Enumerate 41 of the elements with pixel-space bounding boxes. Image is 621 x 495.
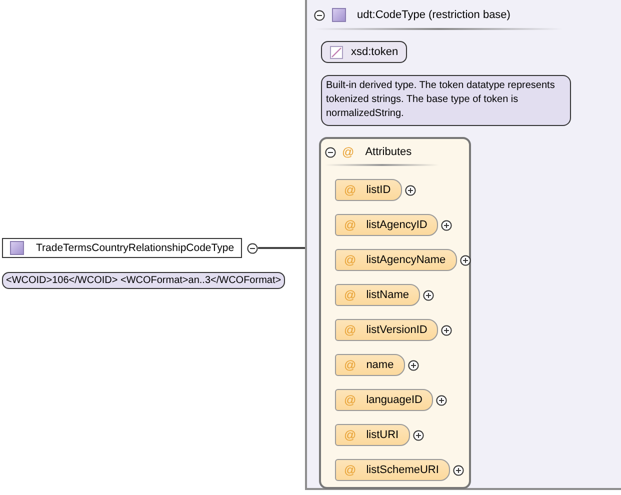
- expand-icon[interactable]: [441, 220, 452, 230]
- expand-icon[interactable]: [408, 360, 419, 370]
- expand-icon[interactable]: [436, 394, 448, 406]
- base-type-node[interactable]: xsd:token: [321, 41, 408, 63]
- attributes-title: Attributes: [365, 146, 412, 158]
- at-icon: @: [344, 358, 356, 372]
- attribute-node[interactable]: @ languageID: [335, 389, 434, 411]
- type-title: udt:CodeType (restriction base): [357, 9, 510, 21]
- expand-icon[interactable]: [452, 464, 464, 476]
- at-icon: @: [344, 393, 356, 407]
- collapse-icon[interactable]: [325, 146, 336, 158]
- attribute-node[interactable]: @ listSchemeURI: [335, 459, 450, 481]
- attribute-node[interactable]: @ name: [335, 354, 405, 376]
- annotation-tooltip: <WCOID>106</WCOID> <WCOFormat>an..3</WCOFormat>: [2, 272, 286, 289]
- documentation-tooltip: Built-in derived type. The token datatype represents tokenized strings. The base type of token is normalizedString.: [321, 75, 571, 126]
- collapse-icon[interactable]: [247, 242, 258, 254]
- at-icon: @: [344, 428, 356, 442]
- at-icon: @: [344, 323, 356, 337]
- attribute-node[interactable]: @ listName: [335, 284, 420, 306]
- attribute-node[interactable]: @ listAgencyID: [335, 214, 438, 236]
- at-icon: @: [344, 253, 356, 267]
- attribute-node[interactable]: @ listURI: [335, 424, 410, 446]
- at-icon: @: [344, 288, 356, 302]
- attribute-node[interactable]: @ listVersionID: [335, 319, 438, 341]
- type-icon: [332, 8, 346, 22]
- expand-icon[interactable]: [412, 430, 424, 440]
- expand-icon[interactable]: [441, 324, 452, 336]
- element-node[interactable]: TradeTermsCountryRelationshipCodeType: [2, 238, 242, 258]
- at-icon: @: [344, 218, 356, 232]
- expand-icon[interactable]: [460, 254, 471, 266]
- at-icon: @: [344, 183, 356, 197]
- connector-line: [258, 247, 305, 249]
- expand-icon[interactable]: [404, 184, 416, 196]
- type-icon: [10, 241, 24, 255]
- attribute-node[interactable]: @ listID: [335, 179, 402, 201]
- collapse-icon[interactable]: [314, 10, 325, 20]
- token-icon: [330, 46, 343, 58]
- expand-icon[interactable]: [422, 290, 434, 300]
- at-icon: @: [344, 463, 356, 477]
- at-icon: @: [342, 145, 354, 159]
- attribute-node[interactable]: @ listAgencyName: [335, 249, 457, 271]
